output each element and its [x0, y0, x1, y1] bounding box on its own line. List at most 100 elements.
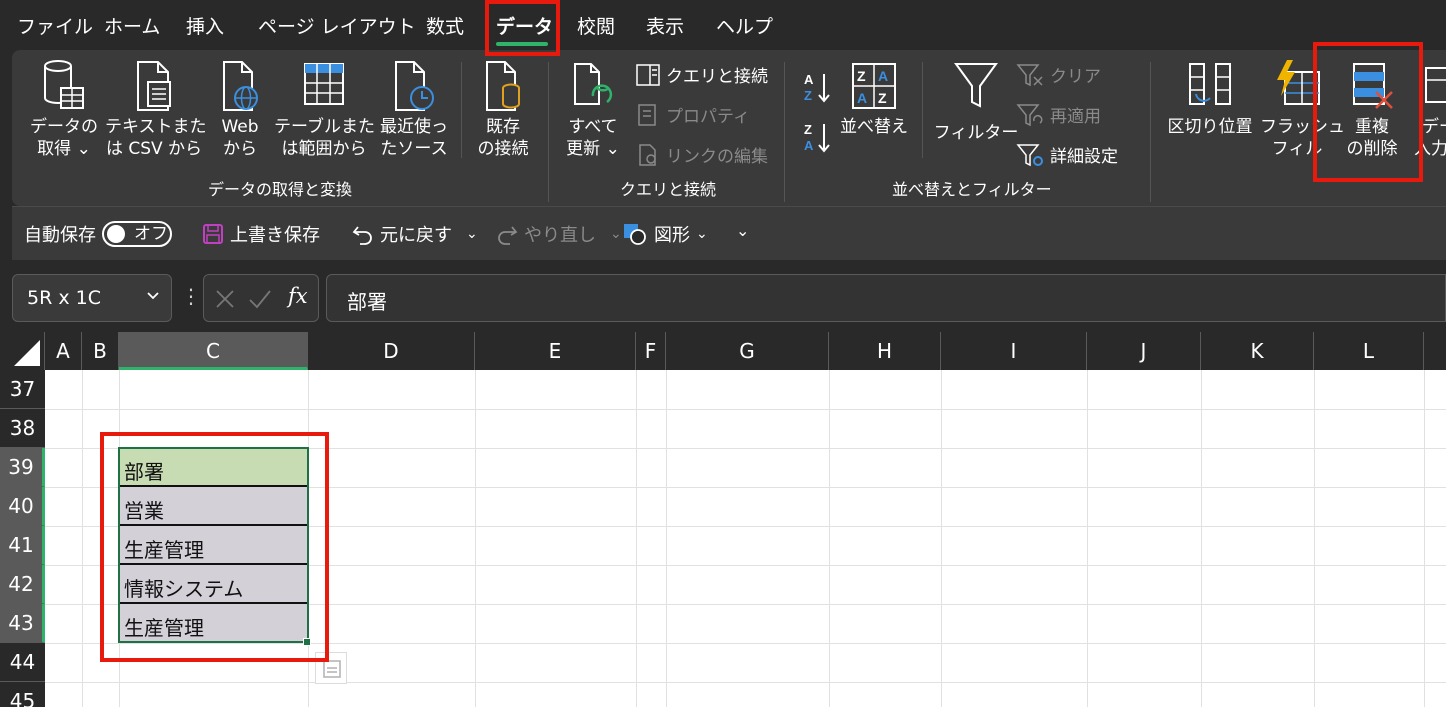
- properties-button[interactable]: プロパティ: [636, 102, 750, 127]
- tab-view[interactable]: 表示: [646, 12, 684, 39]
- tab-help[interactable]: ヘルプ: [716, 12, 773, 39]
- properties-icon: [638, 103, 656, 126]
- queries-connections-button[interactable]: クエリと接続: [636, 62, 768, 87]
- column-header-d[interactable]: D: [308, 332, 475, 370]
- svg-text:Z: Z: [804, 122, 812, 137]
- row-header-39[interactable]: 39: [0, 448, 45, 487]
- gridline: [1087, 370, 1088, 707]
- column-header-a[interactable]: A: [45, 332, 82, 370]
- shapes-icon: [624, 224, 646, 245]
- edit-links-button[interactable]: リンクの編集: [636, 142, 768, 167]
- group-label-get-transform: データの取得と変換: [208, 180, 353, 199]
- sort-label: 並べ替え: [840, 117, 908, 137]
- insert-function-button[interactable]: fx: [288, 284, 308, 308]
- gridline: [666, 370, 667, 707]
- customize-qat-icon[interactable]: ⌄: [736, 221, 749, 240]
- row-header-45[interactable]: 45: [0, 682, 45, 707]
- gridline: [475, 370, 476, 707]
- group-separator: [548, 62, 549, 202]
- sort-ascending-button[interactable]: A Z: [802, 70, 834, 106]
- column-header-e[interactable]: E: [475, 332, 636, 370]
- autosave-label: 自動保存: [24, 225, 96, 246]
- from-web-label-2: から: [223, 139, 257, 159]
- column-headers: A B C D E F G H I J K L: [0, 332, 1446, 370]
- shapes-button[interactable]: 図形 ⌄: [622, 221, 708, 247]
- menu-bar: ファイル ホーム 挿入 ページ レイアウト 数式 データ 校閲 表示 ヘルプ: [0, 0, 1446, 50]
- clear-filter-button[interactable]: クリア: [1016, 62, 1101, 87]
- tab-home[interactable]: ホーム: [104, 12, 160, 39]
- select-all-button[interactable]: [0, 332, 45, 370]
- save-icon: [203, 224, 223, 244]
- formula-input[interactable]: 部署: [326, 274, 1446, 322]
- existing-connections-label-2: の接続: [477, 139, 529, 159]
- row-header-40[interactable]: 40: [0, 487, 45, 526]
- column-header-l[interactable]: L: [1314, 332, 1424, 370]
- web-file-icon: [223, 61, 258, 111]
- reapply-button[interactable]: 再適用: [1016, 102, 1101, 127]
- gridline: [829, 370, 830, 707]
- recent-sources-label-2: たソース: [380, 139, 448, 159]
- quick-analysis-icon: [323, 660, 341, 678]
- sort-az-icon: A Z: [804, 72, 830, 103]
- tab-file[interactable]: ファイル: [17, 12, 93, 39]
- from-table-label-1: テーブルまた: [274, 117, 375, 137]
- formula-bar-grip-icon[interactable]: ⋮: [181, 284, 201, 308]
- reapply-icon: [1016, 103, 1043, 126]
- column-header-j[interactable]: J: [1087, 332, 1201, 370]
- formula-value: 部署: [347, 290, 387, 314]
- filter-button[interactable]: フィルター: [930, 58, 1022, 144]
- autosave-toggle[interactable]: オフ: [102, 221, 172, 247]
- undo-dropdown-icon[interactable]: ⌄: [466, 226, 478, 242]
- get-data-button[interactable]: データの 取得 ⌄: [26, 58, 102, 160]
- column-header-b[interactable]: B: [82, 332, 119, 370]
- row-header-38[interactable]: 38: [0, 409, 45, 448]
- cancel-icon[interactable]: [214, 288, 236, 310]
- toggle-knob: [107, 225, 125, 243]
- gridline: [82, 370, 83, 707]
- existing-connections-label-1: 既存: [486, 117, 520, 137]
- row-header-41[interactable]: 41: [0, 526, 45, 565]
- existing-connections-button[interactable]: 既存 の接続: [470, 58, 536, 160]
- redo-icon: [498, 226, 518, 245]
- advanced-filter-button[interactable]: 詳細設定: [1016, 142, 1118, 167]
- tab-insert[interactable]: 挿入: [186, 12, 224, 39]
- edit-links-icon: [639, 143, 656, 166]
- funnel-icon: [954, 63, 998, 108]
- from-web-button[interactable]: Web から: [210, 58, 270, 160]
- text-to-columns-button[interactable]: 区切り位置: [1162, 58, 1258, 138]
- highlight-selected-range: [100, 432, 329, 662]
- column-header-h[interactable]: H: [829, 332, 941, 370]
- gridline: [45, 682, 1446, 683]
- enter-icon[interactable]: [248, 288, 272, 310]
- column-header-g[interactable]: G: [666, 332, 829, 370]
- row-header-43[interactable]: 43: [0, 604, 45, 643]
- recent-sources-button[interactable]: 最近使っ たソース: [374, 58, 454, 160]
- group-separator: [1150, 62, 1151, 202]
- row-header-37[interactable]: 37: [0, 370, 45, 409]
- row-header-44[interactable]: 44: [0, 643, 45, 682]
- save-button[interactable]: 上書き保存: [202, 221, 320, 247]
- sort-descending-button[interactable]: Z A: [802, 120, 834, 156]
- from-table-range-button[interactable]: テーブルまた は範囲から: [274, 58, 375, 160]
- reapply-label: 再適用: [1050, 107, 1101, 127]
- column-header-i[interactable]: I: [941, 332, 1087, 370]
- redo-button[interactable]: やり直し ⌄: [496, 221, 622, 247]
- shapes-dropdown-icon[interactable]: ⌄: [696, 226, 708, 242]
- gridline: [1424, 370, 1425, 707]
- tab-page-layout[interactable]: ページ レイアウト: [258, 12, 416, 39]
- column-header-f[interactable]: F: [636, 332, 666, 370]
- row-header-42[interactable]: 42: [0, 565, 45, 604]
- properties-label: プロパティ: [666, 107, 750, 127]
- redo-dropdown-icon[interactable]: ⌄: [610, 226, 622, 242]
- column-header-c[interactable]: C: [119, 332, 308, 370]
- advanced-filter-icon: [1016, 143, 1043, 166]
- sort-button[interactable]: Z A A Z 並べ替え: [836, 58, 912, 138]
- name-box[interactable]: 5R x 1C: [12, 274, 172, 322]
- refresh-all-button[interactable]: すべて 更新 ⌄: [560, 58, 626, 160]
- tab-formulas[interactable]: 数式: [426, 12, 464, 39]
- from-text-csv-button[interactable]: テキストまた は CSV から: [105, 58, 207, 160]
- column-header-k[interactable]: K: [1201, 332, 1314, 370]
- undo-button[interactable]: 元に戻す ⌄: [352, 221, 478, 247]
- tab-review[interactable]: 校閲: [577, 12, 615, 39]
- gridline: [1201, 370, 1202, 707]
